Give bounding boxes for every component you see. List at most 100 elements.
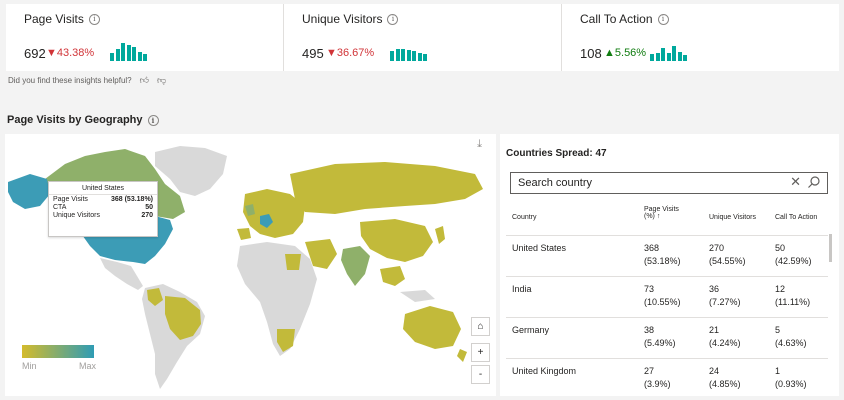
sparkline-bar	[115, 49, 120, 61]
kpi-value: 692	[24, 46, 46, 61]
search-icon[interactable]	[807, 175, 821, 189]
sparkline-bar	[672, 46, 676, 61]
country-cell: United States	[512, 243, 567, 253]
map-region-indonesia[interactable]	[400, 290, 435, 302]
page-visits-cell: 73 (10.55%)	[644, 284, 681, 307]
tooltip-row: Unique Visitors 270	[53, 212, 153, 219]
map-region-australia[interactable]	[403, 306, 461, 349]
column-header-call-to-action[interactable]: Call To Action	[775, 214, 817, 221]
table-row[interactable]: India 73 (10.55%) 36 (7.27%) 12 (11.11%)	[506, 276, 828, 317]
table-row[interactable]: Germany 38 (5.49%) 21 (4.24%) 5 (4.63%)	[506, 317, 828, 358]
sparkline-bar	[406, 50, 411, 61]
legend-max-label: Max	[78, 361, 96, 371]
sparkline	[390, 43, 427, 61]
cta-cell: 1 (0.93%)	[775, 366, 807, 389]
table-row[interactable]: United States 368 (53.18%) 270 (54.55%) 50…	[506, 235, 828, 276]
sparkline-bar	[390, 51, 394, 61]
kpi-delta: ▼43.38%	[46, 47, 95, 59]
zoom-out-button[interactable]: -	[471, 365, 490, 384]
countries-spread: Countries Spread: 47	[506, 148, 607, 159]
sparkline-bar	[401, 49, 405, 61]
map-region-alaska[interactable]	[8, 174, 50, 209]
map-legend: Min Max	[22, 345, 96, 371]
cta-cell: 12 (11.11%)	[775, 284, 811, 307]
kpi-delta: ▼36.67%	[326, 47, 375, 59]
column-header-unique-visitors[interactable]: Unique Visitors	[709, 214, 756, 221]
legend-gradient	[22, 345, 94, 358]
table-scrollbar[interactable]	[829, 234, 832, 262]
info-icon[interactable]: i	[657, 13, 669, 25]
geography-map[interactable]: ⤓ United States Page Visits 368 (53.18%) …	[5, 134, 496, 396]
download-icon[interactable]: ⤓	[477, 138, 482, 151]
kpi-value: 495	[302, 46, 324, 61]
sparkline-bar	[143, 54, 147, 61]
arrow-down-icon: ▼	[326, 47, 337, 59]
search-box[interactable]: ✕	[510, 172, 828, 194]
kpi-title: Page Visits i	[24, 12, 100, 26]
kpi-card-unique-visitors: Unique Visitors i 495 ▼36.67%	[284, 4, 562, 71]
thumbs-up-icon[interactable]: 👍︎	[140, 75, 149, 86]
info-icon[interactable]: i	[88, 13, 100, 25]
cta-cell: 50 (42.59%)	[775, 243, 812, 266]
kpi-title: Call To Action i	[580, 12, 669, 26]
sparkline-bar	[110, 53, 114, 61]
map-region-spain[interactable]	[237, 228, 251, 240]
info-icon[interactable]: i	[387, 13, 399, 25]
sparkline-bar	[661, 48, 665, 61]
kpi-value: 108	[580, 46, 602, 61]
cta-cell: 5 (4.63%)	[775, 325, 807, 348]
page-visits-cell: 368 (53.18%)	[644, 243, 681, 266]
map-region-russia[interactable]	[290, 162, 483, 214]
tooltip-title: United States	[49, 182, 157, 195]
sparkline-bar	[132, 47, 136, 61]
map-region-southeast-asia[interactable]	[380, 266, 405, 286]
sparkline-bar	[677, 52, 682, 61]
map-region-india[interactable]	[341, 246, 370, 286]
tooltip-row: Page Visits 368 (53.18%)	[53, 196, 153, 203]
map-region-egypt[interactable]	[285, 254, 301, 270]
sparkline	[110, 43, 147, 61]
zoom-in-button[interactable]: +	[471, 343, 490, 362]
unique-visitors-cell: 36 (7.27%)	[709, 284, 741, 307]
map-region-mexico[interactable]	[100, 258, 143, 290]
home-icon[interactable]: ⌂	[471, 317, 490, 336]
unique-visitors-cell: 21 (4.24%)	[709, 325, 741, 348]
search-country-input[interactable]	[518, 176, 768, 190]
section-title-text: Page Visits by Geography	[7, 114, 143, 126]
column-header-page-visits[interactable]: Page Visits (%) ↑	[644, 206, 679, 220]
table-header: Country Page Visits (%) ↑ Unique Visitors…	[506, 206, 828, 232]
unique-visitors-cell: 24 (4.85%)	[709, 366, 741, 389]
info-icon[interactable]: i	[147, 114, 159, 126]
page-visits-cell: 27 (3.9%)	[644, 366, 671, 389]
sparkline-bar	[137, 52, 142, 61]
map-region-china[interactable]	[360, 219, 433, 262]
map-region-new-zealand[interactable]	[457, 349, 467, 362]
kpi-title-text: Unique Visitors	[302, 12, 383, 26]
kpi-title-text: Page Visits	[24, 12, 84, 26]
column-header-country[interactable]: Country	[512, 214, 537, 221]
sparkline	[650, 43, 687, 61]
kpi-card-call-to-action: Call To Action i 108 ▲5.56%	[562, 4, 839, 71]
kpi-delta: ▲5.56%	[604, 47, 647, 59]
arrow-down-icon: ▼	[46, 47, 57, 59]
map-region-japan[interactable]	[435, 226, 445, 244]
sparkline-bar	[683, 55, 687, 61]
sparkline-bar	[417, 53, 422, 61]
sparkline-bar	[412, 51, 416, 61]
sparkline-bar	[423, 54, 427, 61]
kpi-title: Unique Visitors i	[302, 12, 399, 26]
arrow-up-icon: ▲	[604, 47, 615, 59]
table-row[interactable]: United Kingdom 27 (3.9%) 24 (4.85%) 1 (0.93…	[506, 358, 828, 396]
thumbs-down-icon[interactable]: 👎︎	[157, 75, 166, 86]
country-cell: United Kingdom	[512, 366, 577, 376]
unique-visitors-cell: 270 (54.55%)	[709, 243, 746, 266]
sparkline-bar	[655, 53, 660, 61]
sparkline-bar	[126, 45, 131, 61]
feedback-prompt: Did you find these insights helpful? 👍︎ …	[8, 75, 166, 86]
sparkline-bar	[650, 54, 654, 61]
sparkline-bar	[395, 49, 400, 61]
legend-min-label: Min	[22, 361, 37, 371]
clear-icon[interactable]: ✕	[790, 174, 801, 190]
map-tooltip: United States Page Visits 368 (53.18%) CT…	[48, 181, 158, 237]
kpi-card-page-visits: Page Visits i 692 ▼43.38%	[6, 4, 284, 71]
